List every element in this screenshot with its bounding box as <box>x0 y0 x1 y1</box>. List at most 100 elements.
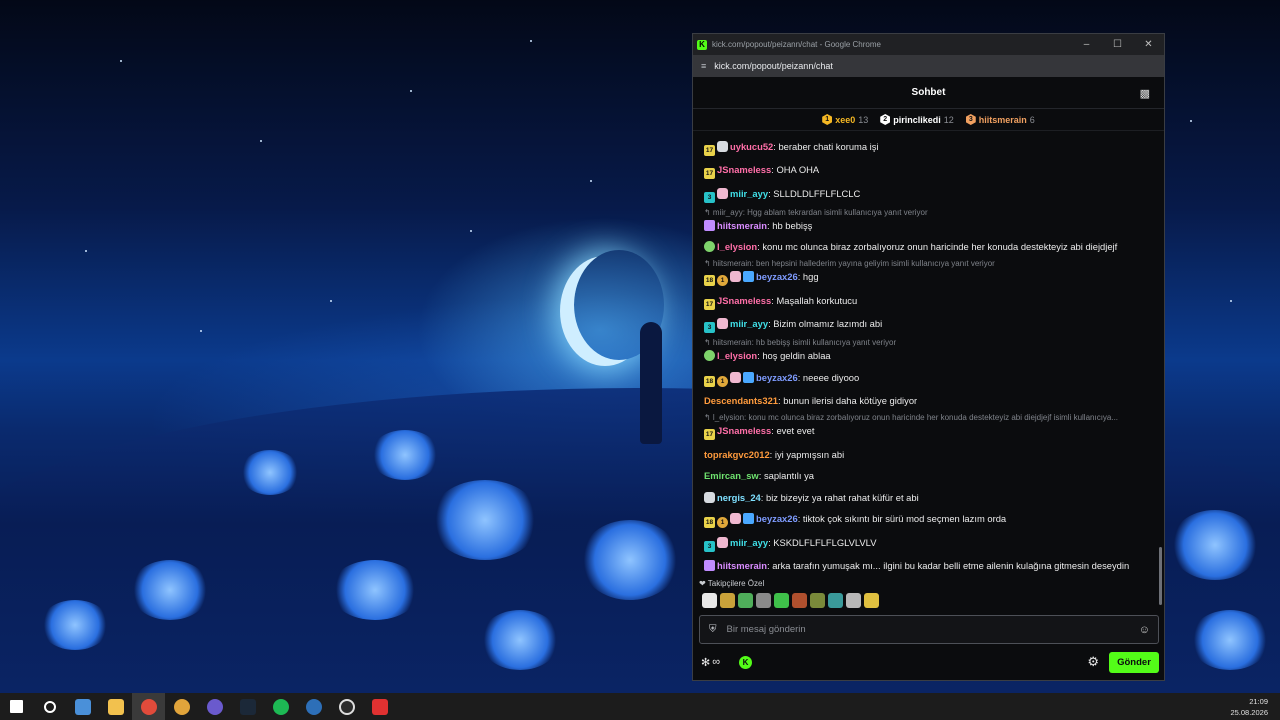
chat-message: Descendants321: bunun ilerisi daha kötüy… <box>704 395 918 406</box>
reply-context[interactable]: ↰ miir_ayy: Hgg ablam tekrardan isimli k… <box>704 208 1152 218</box>
chrome-icon[interactable] <box>132 693 165 720</box>
emote-icon[interactable] <box>810 593 825 608</box>
user-badge-icon[interactable]: 1 <box>717 375 728 387</box>
users-icon[interactable]: ▩ <box>1140 87 1150 100</box>
red-app-icon[interactable] <box>363 693 396 720</box>
taskbar: 21:09 25.08.2026 <box>0 693 1280 720</box>
user-badge-icon[interactable] <box>730 271 741 282</box>
user-badge-icon[interactable]: 3 <box>704 191 715 203</box>
emote-icon[interactable] <box>756 593 771 608</box>
user-badge-icon[interactable]: 17 <box>704 168 715 179</box>
chat-username[interactable]: nergis_24 <box>717 492 761 503</box>
user-badge-icon[interactable]: 18 <box>704 275 715 286</box>
reply-context[interactable]: ↰ l_elysion: konu mc olunca biraz zorbal… <box>704 413 1152 423</box>
emote-icon[interactable] <box>738 593 753 608</box>
shield-icon[interactable]: ⛨ <box>709 624 717 635</box>
emote-icon[interactable] <box>846 593 861 608</box>
user-badge-icon[interactable] <box>743 271 754 282</box>
user-badge-icon[interactable] <box>730 371 741 383</box>
user-badge-icon[interactable] <box>704 241 715 252</box>
chat-username[interactable]: JSnameless <box>717 425 771 436</box>
chat-message-text: arka tarafın yumuşak mı... ilgini bu kad… <box>772 560 1130 571</box>
chrome-profile-icon[interactable] <box>165 693 198 720</box>
site-settings-icon[interactable]: ≡ <box>701 61 706 71</box>
reply-context[interactable]: ↰ hiitsmerain: ben hepsini hallederim ya… <box>704 259 1152 269</box>
silhouette <box>640 322 662 444</box>
search-icon[interactable] <box>33 693 66 720</box>
user-badge-icon[interactable] <box>743 371 754 383</box>
user-badge-icon[interactable] <box>717 318 728 329</box>
reply-context[interactable]: ↰ hiitsmerain: hb bebişş isimli kullanıc… <box>704 338 1152 348</box>
chat-username[interactable]: uykucu52 <box>730 141 773 152</box>
gear-icon[interactable]: ⚙ <box>1087 654 1099 670</box>
user-badge-icon[interactable] <box>704 491 715 503</box>
user-badge-icon[interactable] <box>717 140 728 152</box>
file-explorer-icon[interactable] <box>99 693 132 720</box>
leaderboard: 1 xee0 13 2 pirinclikedi 12 3 hiitsmerain 6 <box>693 109 1164 131</box>
obs-icon[interactable] <box>330 693 363 720</box>
chat-username[interactable]: hiitsmerain <box>717 560 767 571</box>
steam-icon[interactable] <box>231 693 264 720</box>
user-badge-icon[interactable] <box>730 513 741 524</box>
close-icon[interactable]: ✕ <box>1133 39 1164 50</box>
emote-icon[interactable] <box>864 593 879 608</box>
message-input[interactable] <box>726 624 1139 635</box>
chat-username[interactable]: hiitsmerain <box>717 220 767 231</box>
leader-name: xee0 <box>835 114 856 125</box>
chat-username[interactable]: Emircan_sw <box>704 470 759 481</box>
minimize-icon[interactable]: – <box>1071 39 1102 50</box>
user-badge-icon[interactable]: 17 <box>704 298 715 310</box>
emote-icon[interactable] <box>774 593 789 608</box>
user-badge-icon[interactable] <box>743 513 754 524</box>
chat-message: Emircan_sw: saplantılı ya <box>704 470 814 481</box>
chat-username[interactable]: l_elysion <box>717 241 757 252</box>
system-clock[interactable]: 21:09 25.08.2026 <box>1230 696 1268 718</box>
window-title: kick.com/popout/peizann/chat - Google Ch… <box>712 40 881 49</box>
send-button[interactable]: Gönder <box>1109 651 1159 673</box>
chat-username[interactable]: beyzax26 <box>756 372 798 383</box>
chat-username[interactable]: JSnameless <box>717 164 771 175</box>
emoji-icon[interactable]: ☺ <box>1139 624 1150 636</box>
emote-icon[interactable] <box>828 593 843 608</box>
user-badge-icon[interactable] <box>704 219 715 231</box>
chat-username[interactable]: miir_ayy <box>730 537 768 548</box>
user-badge-icon[interactable] <box>704 350 715 361</box>
user-badge-icon[interactable] <box>704 560 715 571</box>
spotify-icon[interactable] <box>264 693 297 720</box>
chat-username[interactable]: Descendants321 <box>704 395 778 406</box>
emote-icon[interactable] <box>702 593 717 608</box>
chat-message-text: hgg <box>802 271 819 282</box>
chrome-alt-icon[interactable] <box>198 693 231 720</box>
user-badge-icon[interactable]: 1 <box>717 275 728 286</box>
chat-username[interactable]: toprakgvc2012 <box>704 449 770 460</box>
windows-start-icon[interactable] <box>0 693 33 720</box>
user-badge-icon[interactable]: 3 <box>704 540 715 552</box>
chat-username[interactable]: beyzax26 <box>756 271 798 282</box>
user-badge-icon[interactable]: 17 <box>704 429 715 440</box>
chat-username[interactable]: miir_ayy <box>730 188 768 199</box>
user-badge-icon[interactable]: 17 <box>704 144 715 156</box>
user-badge-icon[interactable] <box>717 187 728 199</box>
network-app-icon[interactable] <box>297 693 330 720</box>
user-badge-icon[interactable]: 18 <box>704 517 715 528</box>
leaderboard-entry[interactable]: 2 pirinclikedi 12 <box>880 114 954 125</box>
chat-username[interactable]: miir_ayy <box>730 318 768 329</box>
channel-points[interactable]: ✻ ∞ <box>701 656 720 669</box>
chat-username[interactable]: JSnameless <box>717 295 771 306</box>
kick-emote-icon[interactable]: K <box>739 655 753 669</box>
emote-icon[interactable] <box>792 593 807 608</box>
maximize-icon[interactable]: ☐ <box>1102 39 1133 50</box>
task-view-icon[interactable] <box>66 693 99 720</box>
leaderboard-entry[interactable]: 3 hiitsmerain 6 <box>965 114 1035 125</box>
user-badge-icon[interactable]: 1 <box>717 517 728 528</box>
chat-username[interactable]: l_elysion <box>717 350 757 361</box>
user-badge-icon[interactable] <box>717 536 728 548</box>
chat-scrollbar[interactable] <box>1159 547 1162 605</box>
chat-username[interactable]: beyzax26 <box>756 513 798 524</box>
user-badge-icon[interactable]: 18 <box>704 375 715 387</box>
address-bar[interactable]: ≡ kick.com/popout/peizann/chat <box>693 55 1164 77</box>
leaderboard-entry[interactable]: 1 xee0 13 <box>822 114 868 125</box>
emote-icon[interactable] <box>720 593 735 608</box>
rank-medal-icon: 3 <box>965 114 976 125</box>
user-badge-icon[interactable]: 3 <box>704 322 715 333</box>
